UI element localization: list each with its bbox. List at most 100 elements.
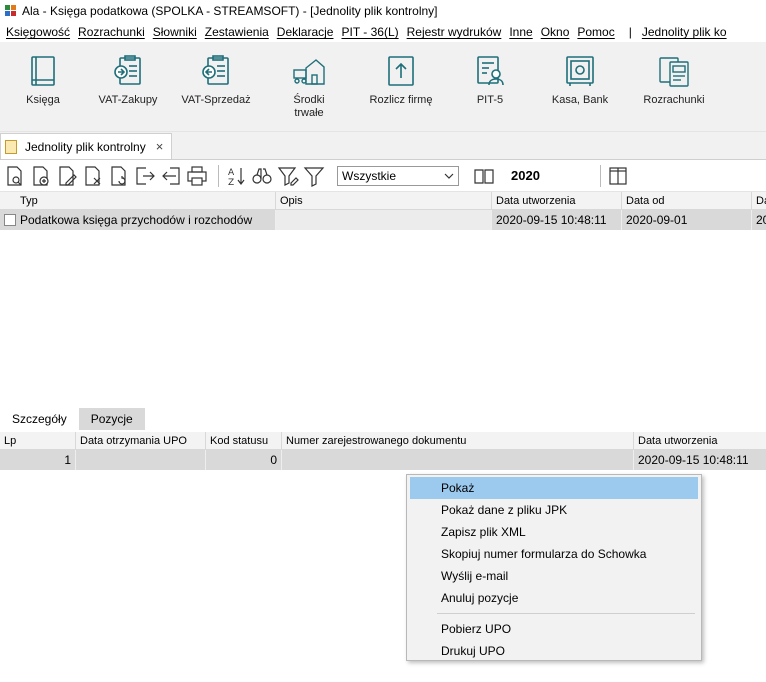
settle-company-icon	[388, 56, 414, 86]
edit-document-icon[interactable]	[56, 165, 78, 187]
toolbar: A Z Wszystkie 2020	[0, 160, 766, 192]
menu-item-pokaz-dane-jpk[interactable]: Pokaż dane z pliku JPK	[407, 499, 701, 521]
ribbon-rozrachunki-label: Rozrachunki	[643, 94, 705, 106]
menu-okno[interactable]: Okno	[539, 25, 576, 39]
row-checkbox[interactable]	[4, 214, 16, 226]
menu-separator: |	[628, 25, 632, 39]
close-icon[interactable]: ×	[156, 139, 164, 154]
cell-kod-statusu: 0	[206, 450, 282, 470]
settlements-icon	[659, 57, 689, 87]
open-book-icon[interactable]	[473, 165, 495, 187]
ribbon-srodki-trwale-button[interactable]: Środki trwałe	[262, 54, 356, 120]
menu-zestawienia[interactable]: Zestawienia	[203, 25, 275, 39]
ribbon-ksiega-label: Księga	[26, 94, 60, 106]
ribbon-pit5-label: PIT-5	[476, 94, 504, 106]
menu-item-pokaz[interactable]: Pokaż	[410, 477, 698, 499]
menu-deklaracje[interactable]: Deklaracje	[275, 25, 340, 39]
table-row[interactable]: 1 0 2020-09-15 10:48:11	[0, 450, 766, 470]
table-row[interactable]: Podatkowa księga przychodów i rozchodów …	[0, 210, 766, 230]
toolbar-separator	[218, 164, 219, 187]
menu-item-wyslij-email[interactable]: Wyślij e-mail	[407, 565, 701, 587]
column-header-numer-dokumentu[interactable]: Numer zarejestrowanego dokumentu	[282, 432, 634, 449]
ribbon-vat-sprzedaz-button[interactable]: VAT-Sprzedaż	[170, 54, 262, 107]
print-icon[interactable]	[186, 165, 208, 187]
column-header-typ[interactable]: Typ	[0, 192, 276, 209]
sort-label-top: A	[228, 168, 235, 178]
ribbon-kasa-bank-button[interactable]: Kasa, Bank	[534, 54, 626, 107]
tab-szczegoly[interactable]: Szczegóły	[0, 408, 79, 430]
title-bar: Ala - Księga podatkowa (SPOLKA - STREAMS…	[0, 0, 766, 22]
menu-rejestr-wydrukow[interactable]: Rejestr wydruków	[405, 25, 508, 39]
column-header-opis[interactable]: Opis	[276, 192, 492, 209]
ribbon-kasa-bank-label: Kasa, Bank	[551, 94, 609, 106]
cell-data-do: 20	[756, 213, 766, 227]
add-document-icon[interactable]	[30, 165, 52, 187]
column-header-lp[interactable]: Lp	[0, 432, 76, 449]
column-header-kod-statusu[interactable]: Kod statusu	[206, 432, 282, 449]
ribbon-rozlicz-firme-button[interactable]: Rozlicz firmę	[356, 54, 446, 107]
toolbar-separator	[599, 164, 601, 187]
context-menu: Pokaż Pokaż dane z pliku JPK Zapisz plik…	[406, 474, 702, 661]
chevron-down-icon	[444, 173, 454, 179]
column-header-data-do[interactable]: Da	[752, 192, 766, 209]
tab-pozycje[interactable]: Pozycje	[78, 408, 145, 430]
pit5-icon	[477, 56, 504, 86]
menu-slowniki[interactable]: Słowniki	[151, 25, 203, 39]
lower-tabs: Szczegóły Pozycje	[0, 408, 145, 430]
preview-icon[interactable]	[4, 165, 26, 187]
ribbon-srodki-trwale-label: Środki trwałe	[293, 94, 325, 119]
menu-rozrachunki[interactable]: Rozrachunki	[76, 25, 151, 39]
column-header-data-utworzenia[interactable]: Data utworzenia	[492, 192, 622, 209]
menu-bar: Księgowość Rozrachunki Słowniki Zestawie…	[0, 22, 766, 42]
menu-jednolity-plik[interactable]: Jednolity plik ko	[640, 25, 733, 39]
cell-typ-text: Podatkowa księga przychodów i rozchodów	[20, 213, 253, 227]
document-tab-strip: Jednolity plik kontrolny ×	[0, 132, 766, 160]
binoculars-icon[interactable]	[251, 165, 273, 187]
delete-document-icon[interactable]	[82, 165, 104, 187]
ribbon-rozrachunki-button[interactable]: Rozrachunki	[626, 54, 722, 107]
vat-purchase-icon	[114, 55, 141, 85]
cell-data-utworzenia: 2020-09-15 10:48:11	[492, 210, 622, 230]
menu-ksiegowosc[interactable]: Księgowość	[4, 25, 76, 39]
menu-separator	[437, 613, 695, 614]
fixed-assets-icon	[293, 59, 325, 85]
vat-sales-icon	[202, 55, 229, 85]
detail-grid-header: Lp Data otrzymania UPO Kod statusu Numer…	[0, 432, 766, 450]
menu-inne[interactable]: Inne	[507, 25, 538, 39]
column-header-data-utworzenia[interactable]: Data utworzenia	[634, 432, 766, 449]
cell-data-otrzymania-upo	[76, 450, 206, 470]
ribbon-rozlicz-firme-label: Rozlicz firmę	[369, 94, 433, 106]
filter-select[interactable]: Wszystkie	[337, 165, 459, 186]
ribbon-vat-zakupy-label: VAT-Zakupy	[98, 94, 158, 106]
cell-typ: Podatkowa księga przychodów i rozchodów	[0, 210, 276, 230]
tab-jednolity-plik-kontrolny[interactable]: Jednolity plik kontrolny ×	[0, 133, 173, 159]
cell-data-od: 2020-09-01	[622, 210, 752, 230]
menu-pomoc[interactable]: Pomoc	[575, 25, 620, 39]
menu-item-zapisz-xml[interactable]: Zapisz plik XML	[407, 521, 701, 543]
book-icon	[31, 56, 55, 86]
cell-numer-dokumentu	[282, 450, 634, 470]
app-logo-icon	[4, 4, 18, 18]
sort-az-icon[interactable]: A Z	[225, 165, 247, 187]
column-header-data-od[interactable]: Data od	[622, 192, 752, 209]
export-icon[interactable]	[134, 165, 156, 187]
columns-icon[interactable]	[607, 165, 629, 187]
filter-icon[interactable]	[303, 165, 325, 187]
menu-item-skopiuj-numer[interactable]: Skopiuj numer formularza do Schowka	[407, 543, 701, 565]
import-icon[interactable]	[160, 165, 182, 187]
ribbon-ksiega-button[interactable]: Księga	[0, 54, 86, 107]
ribbon-vat-zakupy-button[interactable]: VAT-Zakupy	[86, 54, 170, 107]
cell-lp: 1	[0, 450, 76, 470]
year-label: 2020	[511, 168, 540, 183]
filter-edit-icon[interactable]	[277, 165, 299, 187]
document-icon	[5, 139, 17, 154]
menu-item-pobierz-upo[interactable]: Pobierz UPO	[407, 618, 701, 640]
sort-label-bottom: Z	[228, 178, 234, 187]
ribbon-pit5-button[interactable]: PIT-5	[446, 54, 534, 107]
column-header-data-otrzymania-upo[interactable]: Data otrzymania UPO	[76, 432, 206, 449]
menu-pit36[interactable]: PIT - 36(L)	[339, 25, 404, 39]
tab-label: Jednolity plik kontrolny	[25, 139, 146, 154]
menu-item-drukuj-upo[interactable]: Drukuj UPO	[407, 640, 701, 662]
refresh-document-icon[interactable]	[108, 165, 130, 187]
menu-item-anuluj-pozycje[interactable]: Anuluj pozycje	[407, 587, 701, 609]
